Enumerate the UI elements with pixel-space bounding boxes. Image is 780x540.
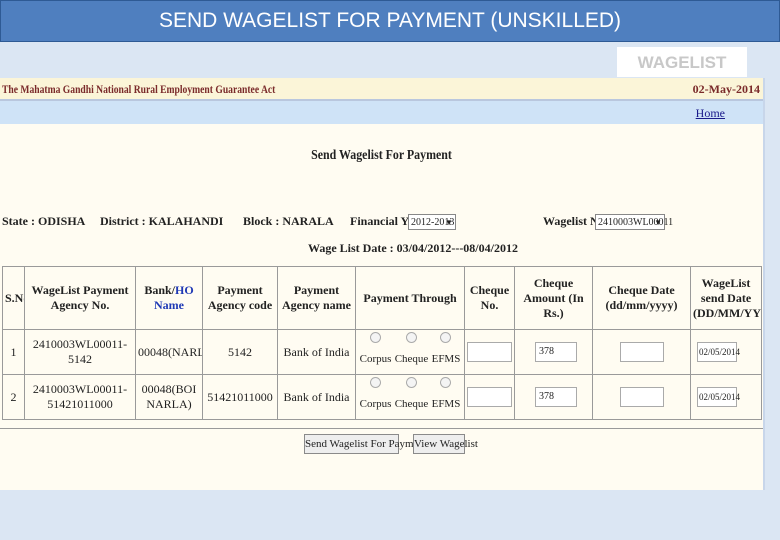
efms-label: EFMS <box>431 353 461 365</box>
efms-label: EFMS <box>431 398 461 410</box>
corpus-label: Corpus <box>359 353 392 365</box>
cheque-label: Cheque <box>394 353 429 365</box>
efms-radio[interactable] <box>440 332 452 343</box>
cheque-no-input[interactable] <box>467 387 512 407</box>
header-sno: S.No. <box>2 266 25 330</box>
financial-year-select[interactable]: 2012-2013 ▼ <box>408 214 456 230</box>
slide-title: SEND WAGELIST FOR PAYMENT (UNSKILLED) <box>0 0 780 42</box>
send-date-input[interactable]: 02/05/2014 <box>697 387 740 407</box>
row-send-date: 02/05/2014 <box>690 374 762 420</box>
cheque-amount-input[interactable]: 378 <box>535 342 577 362</box>
header-payment-through: Payment Through <box>355 266 465 330</box>
row-cheque-date <box>592 374 691 420</box>
header-cheque-date: Cheque Date (dd/mm/yyyy) <box>592 266 691 330</box>
table-row: 2 2410003WL00011-51421011000 00048(BOI N… <box>2 374 762 420</box>
row-agency-name: Bank of India <box>277 374 356 420</box>
chevron-down-icon: ▼ <box>445 218 453 227</box>
send-date-input[interactable]: 02/05/2014 <box>697 342 740 362</box>
table-row: 1 2410003WL00011-5142 00048(NARLA) 5142 … <box>2 329 762 375</box>
row-payment-through: Corpus Cheque EFMS <box>355 374 465 420</box>
row-agency-no: 2410003WL00011-5142 <box>24 329 136 375</box>
corpus-radio[interactable] <box>370 332 382 343</box>
nav-strip: Home <box>0 101 763 124</box>
page-title: Send Wagelist For Payment <box>311 148 452 163</box>
row-cheque-amount: 378 <box>514 374 593 420</box>
row-agency-name: Bank of India <box>277 329 356 375</box>
cheque-no-input[interactable] <box>467 342 512 362</box>
efms-radio[interactable] <box>440 377 452 388</box>
header-agency-name: Payment Agency name <box>277 266 356 330</box>
header-send-date: WageList send Date (DD/MM/YYYY) <box>690 266 762 330</box>
header-agency-code: Payment Agency code <box>202 266 278 330</box>
act-title: The Mahatma Gandhi National Rural Employ… <box>2 82 276 96</box>
send-wagelist-button[interactable]: Send Wagelist For Payment <box>304 434 427 454</box>
header-strip: The Mahatma Gandhi National Rural Employ… <box>0 78 763 101</box>
header-bank: Bank/HO Name <box>135 266 203 330</box>
district-label: District : KALAHANDI <box>100 214 224 228</box>
header-bank-part1: Bank/ <box>144 283 175 297</box>
row-cheque-no <box>464 329 515 375</box>
row-send-date: 02/05/2014 <box>690 329 762 375</box>
row-sno: 2 <box>2 374 25 420</box>
wagelist-no-select[interactable]: 2410003WL00011 ▼ <box>595 214 673 230</box>
chevron-down-icon: ▼ <box>654 218 662 227</box>
row-bank: 00048(NARLA) <box>135 329 203 375</box>
cheque-radio[interactable] <box>406 332 417 343</box>
cheque-label: Cheque <box>394 398 429 410</box>
row-agency-no: 2410003WL00011-51421011000 <box>24 374 136 420</box>
row-cheque-date <box>592 329 691 375</box>
cheque-amount-input[interactable]: 378 <box>535 387 577 407</box>
cheque-date-input[interactable] <box>619 342 664 362</box>
corpus-radio[interactable] <box>370 377 382 388</box>
wagelist-table: S.No. WageList Payment Agency No. Bank/H… <box>2 266 762 420</box>
cheque-date-input[interactable] <box>619 387 664 407</box>
row-sno: 1 <box>2 329 25 375</box>
row-cheque-amount: 378 <box>514 329 593 375</box>
row-bank: 00048(BOI NARLA) <box>135 374 203 420</box>
divider <box>763 78 765 490</box>
header-date: 02-May-2014 <box>692 82 760 96</box>
corpus-label: Corpus <box>359 398 392 410</box>
home-link[interactable]: Home <box>696 106 725 121</box>
row-payment-through: Corpus Cheque EFMS <box>355 329 465 375</box>
app-screenshot: The Mahatma Gandhi National Rural Employ… <box>0 78 763 490</box>
wagelist-tag: WAGELIST <box>617 47 747 77</box>
cheque-radio[interactable] <box>406 377 417 388</box>
row-agency-code: 5142 <box>202 329 278 375</box>
view-wagelist-button[interactable]: View Wagelist <box>413 434 478 454</box>
wage-list-date: Wage List Date : 03/04/2012---08/04/2012 <box>308 241 518 255</box>
table-header-row: S.No. WageList Payment Agency No. Bank/H… <box>2 266 762 330</box>
block-label: Block : NARALA <box>243 214 334 228</box>
header-cheque-no: Cheque No. <box>464 266 515 330</box>
state-label: State : ODISHA <box>2 214 86 228</box>
row-agency-code: 51421011000 <box>202 374 278 420</box>
header-agency-no: WageList Payment Agency No. <box>24 266 136 330</box>
row-cheque-no <box>464 374 515 420</box>
divider <box>0 428 763 429</box>
header-cheque-amount: Cheque Amount (In Rs.) <box>514 266 593 330</box>
